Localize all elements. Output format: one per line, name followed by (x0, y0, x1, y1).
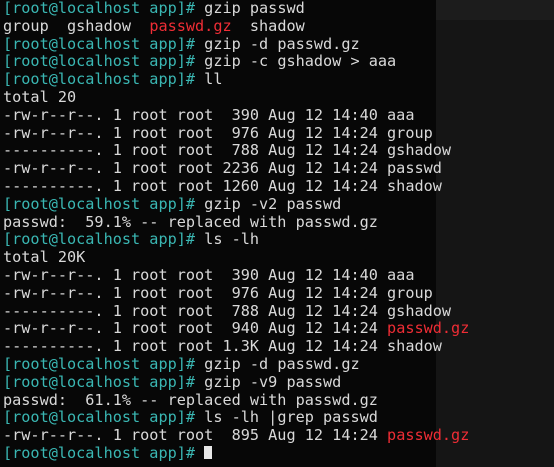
command-line: [root@localhost app]# gzip -d passwd.gz (3, 354, 554, 374)
command-text: gzip -v2 passwd (204, 194, 342, 213)
command-text: gzip -d passwd.gz (204, 34, 360, 53)
shell-prompt: [root@localhost app]# (3, 0, 205, 17)
shell-prompt: [root@localhost app]# (3, 194, 205, 213)
command-text: ll (204, 70, 223, 89)
command-text: gzip -d passwd.gz (204, 354, 360, 373)
archive-filename: passwd.gz (387, 319, 470, 338)
command-output-text: passwd: 59.1% -- replaced with passwd.gz (3, 212, 378, 231)
output-line: -rw-r--r--. 1 root root 895 Aug 12 14:24… (3, 426, 554, 445)
shell-prompt: [root@localhost app]# (3, 34, 205, 53)
listing-text: -rw-r--r--. 1 root root 976 Aug 12 14:24… (3, 123, 433, 142)
output-line: ----------. 1 root root 1.3K Aug 12 14:2… (3, 337, 554, 356)
listing-text: -rw-r--r--. 1 root root 940 Aug 12 14:24 (3, 319, 388, 338)
output-line: -rw-r--r--. 1 root root 390 Aug 12 14:40… (3, 265, 554, 285)
output-line: passwd: 59.1% -- replaced with passwd.gz (3, 212, 554, 232)
listing-text: ----------. 1 root root 788 Aug 12 14:24… (3, 141, 452, 160)
command-line: [root@localhost app]# gzip -c gshadow > … (3, 52, 554, 71)
command-line: [root@localhost app]# ls -lh |grep passw… (3, 408, 554, 427)
output-line: total 20K (3, 248, 554, 267)
output-line: -rw-r--r--. 1 root root 2236 Aug 12 14:2… (3, 159, 554, 178)
listing-text: -rw-r--r--. 1 root root 390 Aug 12 14:40… (3, 105, 415, 124)
command-output-text: passwd: 61.1% -- replaced with passwd.gz (3, 390, 378, 409)
shell-prompt: [root@localhost app]# (3, 70, 205, 89)
listing-text: -rw-r--r--. 1 root root 2236 Aug 12 14:2… (3, 159, 442, 178)
archive-filename: passwd.gz (387, 426, 470, 445)
command-line: [root@localhost app]# gzip -v9 passwd (3, 372, 554, 392)
command-text: gzip -c gshadow > aaa (204, 52, 397, 71)
listing-text: ----------. 1 root root 788 Aug 12 14:24… (3, 301, 452, 320)
terminal-window[interactable]: [root@localhost app]# gzip passwd group g… (0, 0, 554, 467)
shell-prompt: [root@localhost app]# (3, 443, 205, 462)
text-cursor[interactable] (204, 445, 213, 459)
output-line: ----------. 1 root root 788 Aug 12 14:24… (3, 141, 554, 160)
command-text: gzip passwd (204, 0, 305, 17)
output-line: -rw-r--r--. 1 root root 976 Aug 12 14:24… (3, 283, 554, 303)
command-text: gzip -v9 passwd (204, 372, 342, 391)
output-line: group gshadow passwd.gz shadow (3, 16, 554, 36)
output-line: -rw-r--r--. 1 root root 940 Aug 12 14:24… (3, 319, 554, 338)
shell-prompt: [root@localhost app]# (3, 372, 205, 391)
output-line: passwd: 61.1% -- replaced with passwd.gz (3, 390, 554, 410)
listing-text: group gshadow (3, 16, 150, 35)
command-text: ls -lh (204, 230, 260, 249)
shell-prompt: [root@localhost app]# (3, 354, 205, 373)
command-line: [root@localhost app]# ls -lh (3, 230, 554, 249)
output-line: -rw-r--r--. 1 root root 390 Aug 12 14:40… (3, 105, 554, 125)
listing-text: ----------. 1 root root 1.3K Aug 12 14:2… (3, 337, 442, 356)
output-line: ----------. 1 root root 1260 Aug 12 14:2… (3, 176, 554, 196)
shell-prompt: [root@localhost app]# (3, 230, 205, 249)
command-output-text: total 20 (3, 87, 77, 106)
command-line: [root@localhost app]# gzip passwd (3, 0, 554, 18)
archive-filename: passwd.gz (149, 16, 232, 35)
shell-prompt: [root@localhost app]# (3, 52, 205, 71)
shell-prompt: [root@localhost app]# (3, 408, 205, 427)
output-line: total 20 (3, 87, 554, 107)
listing-text: -rw-r--r--. 1 root root 976 Aug 12 14:24… (3, 283, 433, 302)
output-line: ----------. 1 root root 788 Aug 12 14:24… (3, 301, 554, 321)
command-line: [root@localhost app]# ll (3, 70, 554, 89)
command-line: [root@localhost app]# gzip -v2 passwd (3, 194, 554, 214)
active-prompt-line[interactable]: [root@localhost app]# (3, 443, 554, 463)
command-text: ls -lh |grep passwd (204, 408, 378, 427)
output-line: -rw-r--r--. 1 root root 976 Aug 12 14:24… (3, 123, 554, 143)
command-output-text: total 20K (3, 248, 86, 267)
listing-text: -rw-r--r--. 1 root root 895 Aug 12 14:24 (3, 426, 388, 445)
listing-text: ----------. 1 root root 1260 Aug 12 14:2… (3, 176, 442, 195)
command-line: [root@localhost app]# gzip -d passwd.gz (3, 34, 554, 54)
listing-text: shadow (231, 16, 305, 35)
listing-text: -rw-r--r--. 1 root root 390 Aug 12 14:40… (3, 265, 415, 284)
terminal-output: [root@localhost app]# gzip passwd group g… (3, 0, 554, 463)
